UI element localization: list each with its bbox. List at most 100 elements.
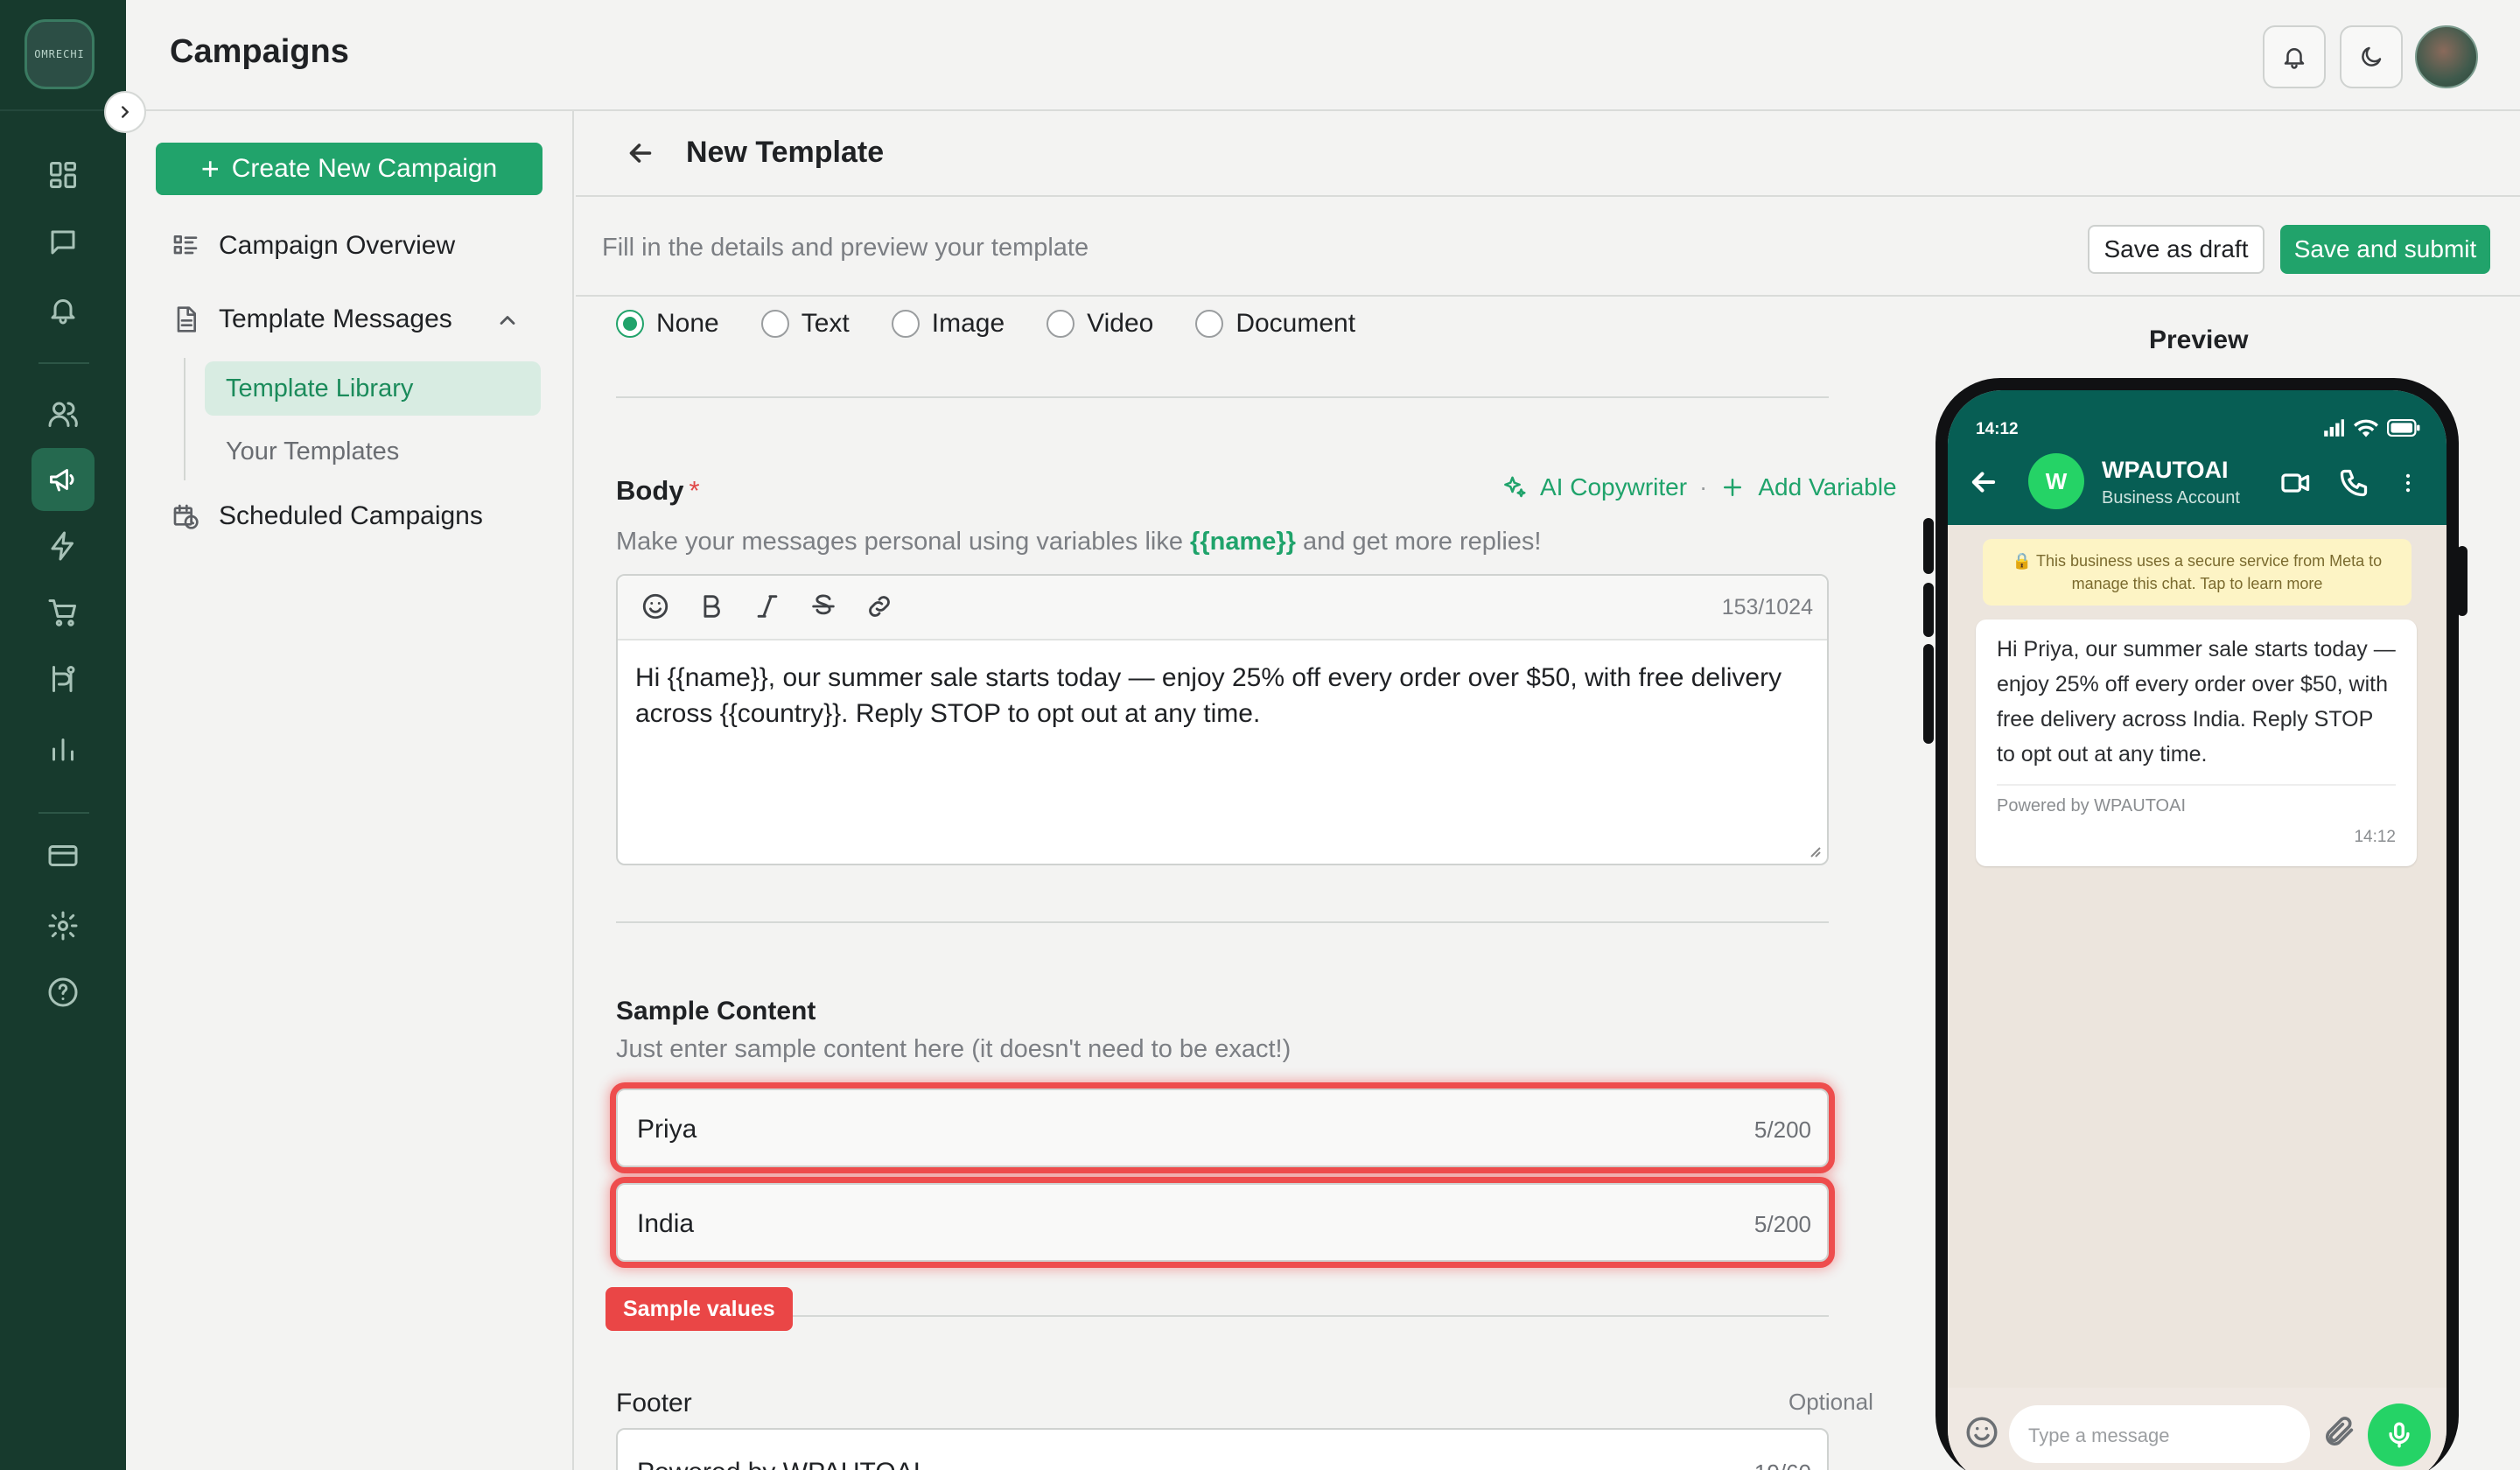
bell-icon[interactable] xyxy=(32,278,94,341)
editor-subheader: Fill in the details and preview your tem… xyxy=(576,197,2520,297)
radio-document[interactable]: Document xyxy=(1195,309,1355,339)
nav-template-library[interactable]: Template Library xyxy=(205,361,541,416)
save-submit-button[interactable]: Save and submit xyxy=(2280,225,2490,274)
routes-icon[interactable] xyxy=(32,648,94,710)
nav-your-templates[interactable]: Your Templates xyxy=(205,424,541,479)
radio-none[interactable]: None xyxy=(616,309,719,339)
hint-text: and get more replies! xyxy=(1303,528,1542,556)
footer-value: Powered by WPAUTOAI xyxy=(637,1458,920,1470)
radio-video[interactable]: Video xyxy=(1046,309,1153,339)
sample-values-tag: Sample values xyxy=(606,1287,793,1331)
status-time: 14:12 xyxy=(1976,420,2019,438)
battery-icon xyxy=(2387,418,2420,438)
nav-campaign-overview[interactable]: Campaign Overview xyxy=(172,231,455,261)
sample-content-hint: Just enter sample content here (it doesn… xyxy=(616,1035,1292,1063)
emoji-icon[interactable] xyxy=(1964,1414,2000,1451)
lightning-icon[interactable] xyxy=(32,514,94,578)
nav-scheduled-campaigns[interactable]: Scheduled Campaigns xyxy=(172,501,483,531)
phone-side-button xyxy=(1923,644,1934,744)
body-textarea[interactable]: Hi {{name}}, our summer sale starts toda… xyxy=(635,660,1792,732)
radio-indicator xyxy=(1195,310,1224,338)
create-campaign-button[interactable]: + Create New Campaign xyxy=(156,143,542,195)
create-campaign-label: Create New Campaign xyxy=(231,154,498,183)
footer-char-count: 19/60 xyxy=(1754,1460,1811,1470)
footer-label: Footer xyxy=(616,1389,692,1418)
sidebar-collapse-button[interactable] xyxy=(104,91,146,133)
sample-content-title: Sample Content xyxy=(616,997,816,1026)
radio-label: None xyxy=(656,309,719,338)
sparkles-icon xyxy=(1504,476,1526,498)
italic-icon[interactable] xyxy=(752,592,782,621)
contact-avatar[interactable]: W xyxy=(2028,453,2084,509)
save-draft-button[interactable]: Save as draft xyxy=(2088,225,2264,274)
bar-chart-icon[interactable] xyxy=(32,718,94,780)
editor-subtitle: Fill in the details and preview your tem… xyxy=(602,234,1089,262)
chat-actions xyxy=(2280,467,2420,499)
message-bubble: Hi Priya, our summer sale starts today —… xyxy=(1976,620,2417,866)
phone-call-icon[interactable] xyxy=(2338,467,2370,499)
video-call-icon[interactable] xyxy=(2280,467,2312,499)
contact-subtitle: Business Account xyxy=(2102,488,2240,508)
emoji-icon[interactable] xyxy=(640,592,670,621)
back-arrow-icon[interactable] xyxy=(1967,466,2000,499)
attachment-icon[interactable] xyxy=(2322,1414,2357,1449)
cart-icon[interactable] xyxy=(32,581,94,644)
sample-input-country[interactable]: India 5/200 xyxy=(616,1183,1829,1262)
rail-separator xyxy=(38,812,89,814)
mic-button[interactable] xyxy=(2368,1404,2431,1466)
radio-image[interactable]: Image xyxy=(891,309,1004,339)
body-hint: Make your messages personal using variab… xyxy=(616,528,1541,556)
footer-input[interactable]: Powered by WPAUTOAI 19/60 xyxy=(616,1428,1829,1470)
message-input[interactable]: Type a message xyxy=(2009,1405,2310,1463)
notice-text: This business uses a secure service from… xyxy=(2035,552,2383,592)
user-avatar[interactable] xyxy=(2415,25,2478,88)
calendar-clock-icon xyxy=(173,504,199,529)
theme-toggle-button[interactable] xyxy=(2340,25,2403,88)
more-vertical-icon[interactable] xyxy=(2396,467,2420,499)
users-icon[interactable] xyxy=(32,382,94,445)
message-text: Hi Priya, our summer sale starts today —… xyxy=(1997,637,2396,766)
radio-text[interactable]: Text xyxy=(760,309,850,339)
megaphone-icon[interactable] xyxy=(32,448,94,511)
resize-handle-icon[interactable] xyxy=(1806,843,1822,858)
status-icons xyxy=(2322,418,2420,438)
nav-label: Campaign Overview xyxy=(219,231,456,260)
chevron-up-icon[interactable] xyxy=(495,308,520,332)
body-label-text: Body xyxy=(616,475,684,506)
app-logo[interactable]: OMRECHI xyxy=(24,19,94,89)
encryption-notice[interactable]: 🔒 This business uses a secure service fr… xyxy=(1983,539,2412,606)
document-icon xyxy=(177,306,196,332)
radio-label: Text xyxy=(801,309,850,338)
lock-icon: 🔒 xyxy=(2012,552,2033,570)
ai-copywriter-link[interactable]: AI Copywriter xyxy=(1540,473,1687,501)
sample-input-name[interactable]: Priya 5/200 xyxy=(616,1088,1829,1167)
required-mark: * xyxy=(689,475,700,506)
bold-icon[interactable] xyxy=(696,592,726,621)
settings-icon[interactable] xyxy=(32,894,94,957)
page-title: Campaigns xyxy=(170,33,349,70)
phone-preview: 14:12 W WPAUTOAI Business Account 🔒 This… xyxy=(1936,378,2459,1470)
phone-side-button xyxy=(1923,518,1934,574)
editor-title: New Template xyxy=(686,136,885,169)
dashboard-icon[interactable] xyxy=(32,144,94,206)
add-variable-link[interactable]: Add Variable xyxy=(1758,473,1896,501)
moon-icon xyxy=(2362,46,2382,66)
sample-char-count: 5/200 xyxy=(1754,1116,1811,1143)
chat-icon[interactable] xyxy=(32,211,94,274)
back-arrow-icon[interactable] xyxy=(625,137,656,169)
radio-indicator xyxy=(616,310,644,338)
list-icon xyxy=(173,235,198,255)
card-icon[interactable] xyxy=(32,824,94,887)
icon-rail: OMRECHI xyxy=(0,0,126,1470)
notifications-button[interactable] xyxy=(2263,25,2326,88)
rail-separator xyxy=(38,362,89,364)
divider xyxy=(616,1315,1829,1317)
help-icon[interactable] xyxy=(32,961,94,1024)
strikethrough-icon[interactable] xyxy=(808,592,838,621)
nav-template-messages[interactable]: Template Messages xyxy=(172,304,452,334)
header-type-options: None Text Image Video Document xyxy=(616,309,1397,339)
radio-indicator xyxy=(891,310,920,338)
nav-label: Scheduled Campaigns xyxy=(219,501,483,530)
link-icon[interactable] xyxy=(864,592,894,621)
plus-icon: + xyxy=(200,150,220,186)
